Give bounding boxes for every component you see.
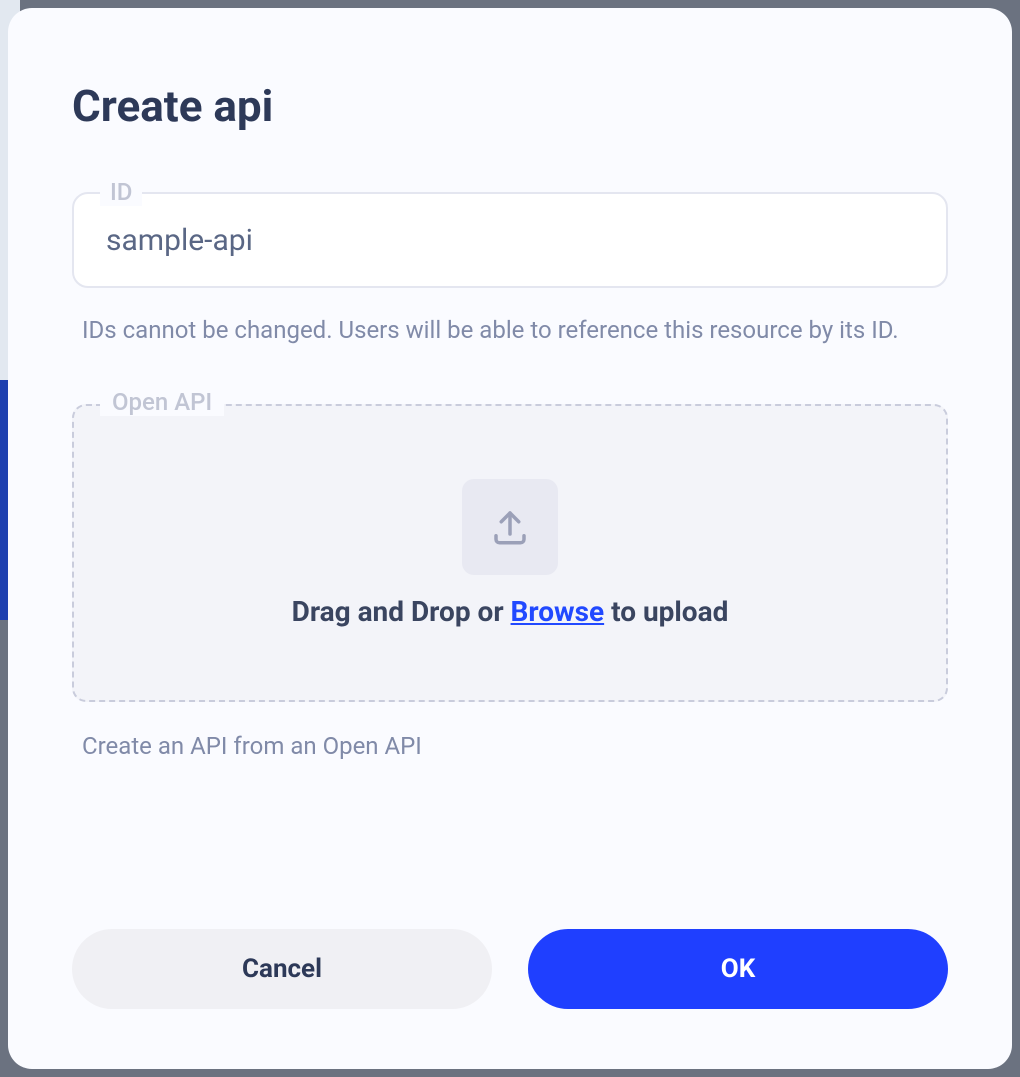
- modal-title: Create api: [72, 80, 948, 132]
- upload-icon: [489, 506, 531, 548]
- create-api-modal: Create api ID IDs cannot be changed. Use…: [8, 8, 1012, 1069]
- id-input[interactable]: [72, 192, 948, 288]
- id-field-wrap: ID: [72, 192, 948, 288]
- button-row: Cancel OK: [72, 929, 948, 1009]
- upload-icon-box: [462, 479, 558, 575]
- ok-button[interactable]: OK: [528, 929, 948, 1009]
- dropzone-prefix: Drag and Drop or: [292, 595, 511, 628]
- id-help-text: IDs cannot be changed. Users will be abl…: [72, 312, 948, 348]
- cancel-button[interactable]: Cancel: [72, 929, 492, 1009]
- browse-link[interactable]: Browse: [511, 595, 605, 628]
- openapi-dropzone[interactable]: Drag and Drop or Browse to upload: [72, 404, 948, 702]
- openapi-field-wrap: Open API Drag and Drop or Browse to uplo…: [72, 404, 948, 702]
- dropzone-suffix: to upload: [604, 595, 728, 628]
- openapi-help-text: Create an API from an Open API: [72, 732, 948, 760]
- openapi-field-label: Open API: [100, 388, 224, 416]
- id-field-label: ID: [100, 178, 142, 206]
- dropzone-text: Drag and Drop or Browse to upload: [292, 595, 729, 628]
